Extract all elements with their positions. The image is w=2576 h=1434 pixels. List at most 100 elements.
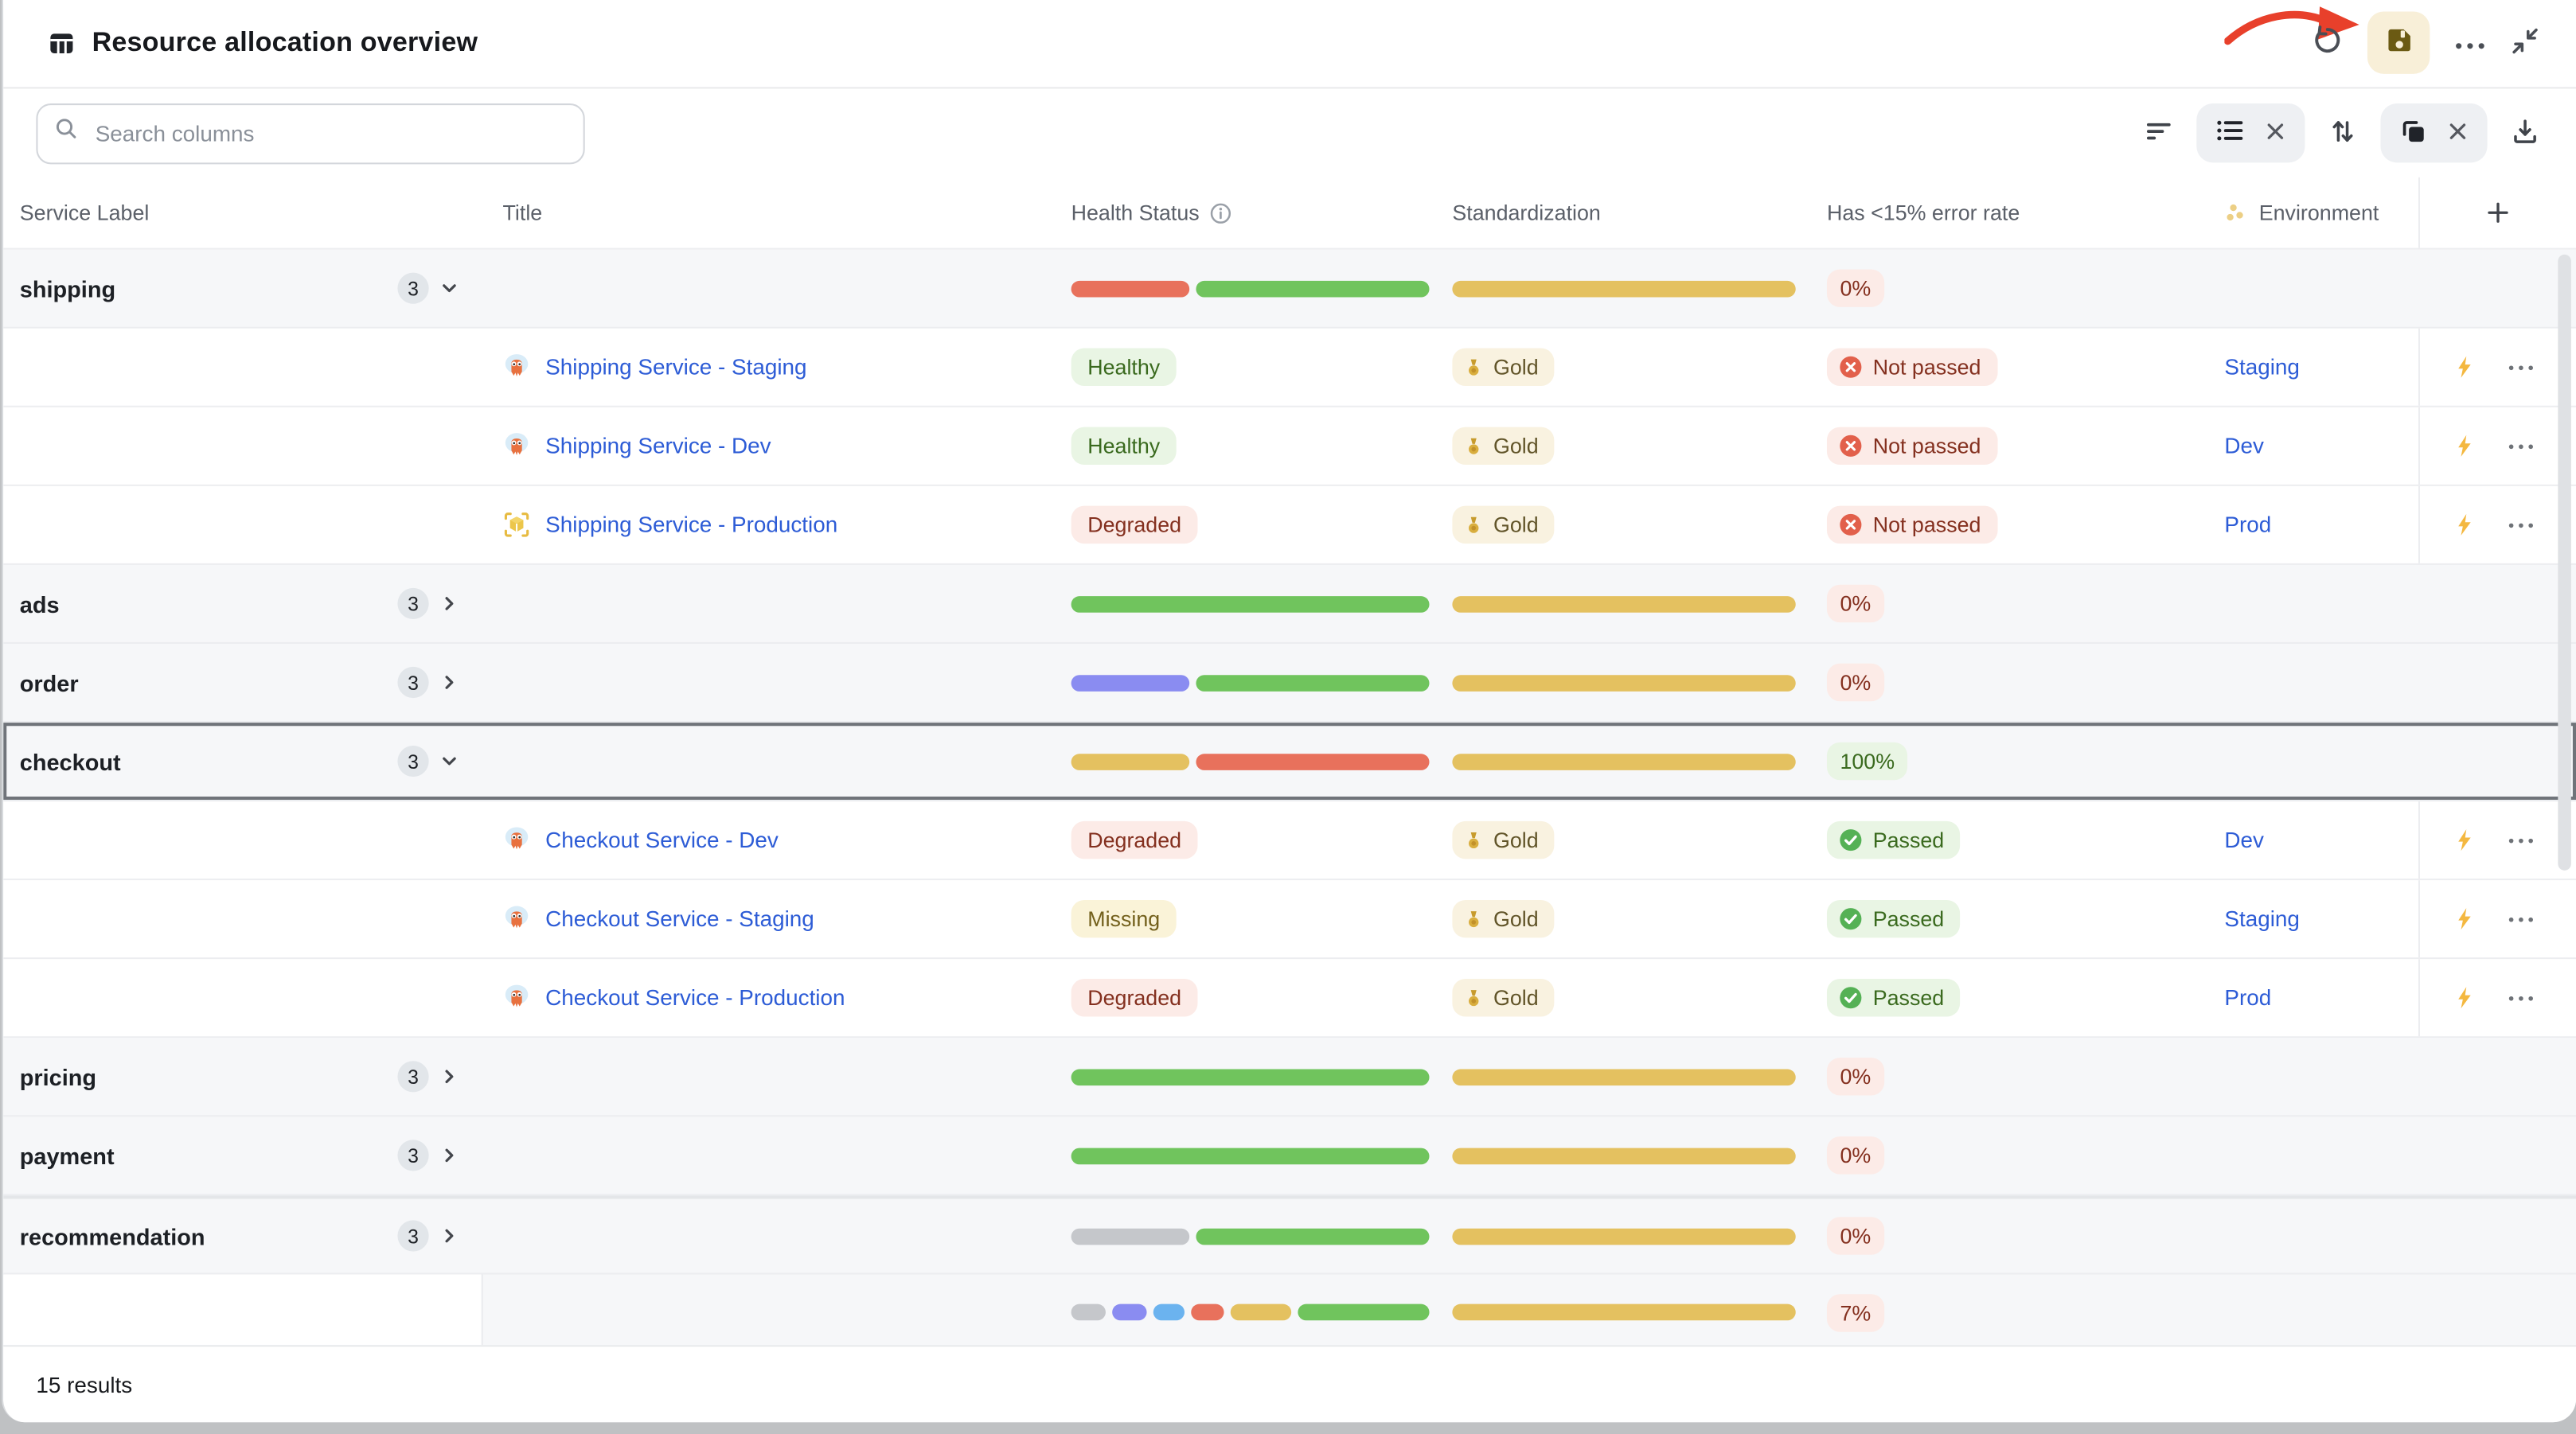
- clear-grouping-button[interactable]: [2264, 119, 2287, 147]
- lightning-icon[interactable]: [2453, 828, 2477, 852]
- squid-service-icon: [503, 984, 531, 1011]
- service-title-link[interactable]: Shipping Service - Production: [545, 512, 837, 537]
- column-header-add: [2418, 177, 2576, 248]
- health-distribution-bar-segment: [1191, 1304, 1224, 1321]
- service-title-link[interactable]: Checkout Service - Staging: [545, 906, 814, 931]
- group-row[interactable]: payment30%: [3, 1116, 2576, 1195]
- health-distribution-bar: [1071, 674, 1430, 691]
- standardization-badge: Gold: [1452, 427, 1555, 465]
- lightning-icon[interactable]: [2453, 355, 2477, 380]
- standardization-badge-label: Gold: [1493, 906, 1539, 931]
- health-distribution-bar-segment: [1112, 1304, 1146, 1321]
- title-cell: Checkout Service - Production: [483, 984, 1055, 1011]
- group-list-button[interactable]: [2215, 115, 2246, 150]
- service-row: Shipping Service - DevHealthyGoldNot pas…: [3, 407, 2576, 486]
- row-menu-button[interactable]: [2504, 989, 2538, 1006]
- row-menu-button[interactable]: [2504, 832, 2538, 848]
- download-button[interactable]: [2510, 115, 2539, 150]
- group-row[interactable]: shipping30%: [3, 250, 2576, 329]
- row-menu-button[interactable]: [2504, 438, 2538, 454]
- more-options-button[interactable]: [2454, 30, 2485, 55]
- service-title-link[interactable]: Shipping Service - Staging: [545, 355, 806, 380]
- search-input[interactable]: [92, 119, 567, 147]
- error-rate-badge-label: Passed: [1873, 828, 1945, 852]
- standardization-badge: Gold: [1452, 349, 1555, 386]
- search-box[interactable]: [36, 103, 584, 163]
- error-rate-cell: Not passed: [1810, 349, 2204, 386]
- service-title-link[interactable]: Checkout Service - Production: [545, 985, 845, 1010]
- lightning-icon[interactable]: [2453, 512, 2477, 537]
- error-rate-cell: 0%: [1810, 1136, 2204, 1174]
- group-row[interactable]: recommendation30%: [3, 1195, 2576, 1274]
- environment-link[interactable]: Dev: [2224, 434, 2264, 458]
- save-icon: [2383, 25, 2414, 60]
- column-header-environment[interactable]: Environment: [2205, 201, 2418, 225]
- squid-service-icon: [503, 826, 531, 854]
- info-icon[interactable]: [1209, 201, 1232, 224]
- service-label-cell: checkout3: [3, 746, 483, 777]
- environment-link[interactable]: Dev: [2224, 828, 2264, 852]
- environment-link[interactable]: Prod: [2224, 512, 2271, 537]
- environment-cell: Staging: [2205, 906, 2418, 931]
- error-rate-percentage-badge-label: 0%: [1840, 591, 1871, 616]
- chevron-right-icon[interactable]: [439, 1144, 460, 1166]
- column-label: Health Status: [1071, 201, 1200, 225]
- column-header-service-label[interactable]: Service Label: [3, 201, 483, 225]
- vertical-scrollbar[interactable]: [2558, 255, 2571, 871]
- filter-button[interactable]: [2144, 115, 2173, 150]
- add-column-button[interactable]: [2479, 194, 2516, 232]
- row-menu-button[interactable]: [2504, 359, 2538, 376]
- group-row[interactable]: order30%: [3, 644, 2576, 723]
- save-button[interactable]: [2367, 11, 2430, 73]
- chevron-down-icon[interactable]: [439, 278, 460, 299]
- group-row[interactable]: checkout3100%: [3, 723, 2576, 801]
- health-status-badge-label: Healthy: [1087, 355, 1160, 380]
- column-header-health-status[interactable]: Health Status: [1055, 201, 1442, 225]
- chevron-down-icon[interactable]: [439, 750, 460, 772]
- lightning-icon[interactable]: [2453, 434, 2477, 458]
- environment-cell: Staging: [2205, 355, 2418, 380]
- group-row[interactable]: ads30%: [3, 565, 2576, 644]
- table-footer: 15 results: [3, 1345, 2576, 1422]
- standardization-badge-label: Gold: [1493, 828, 1539, 852]
- copy-view-button[interactable]: [2398, 115, 2428, 150]
- package-service-icon: [503, 511, 531, 539]
- row-menu-button[interactable]: [2504, 910, 2538, 927]
- service-title-link[interactable]: Shipping Service - Dev: [545, 434, 771, 458]
- chevron-right-icon[interactable]: [439, 1066, 460, 1087]
- collapse-button[interactable]: [2510, 25, 2539, 60]
- sort-button[interactable]: [2328, 115, 2357, 150]
- row-menu-button[interactable]: [2504, 516, 2538, 533]
- clear-view-button[interactable]: [2446, 119, 2469, 147]
- service-title-link[interactable]: Checkout Service - Dev: [545, 828, 779, 852]
- chevron-right-icon[interactable]: [439, 593, 460, 614]
- column-header-title[interactable]: Title: [483, 201, 1055, 225]
- column-header-error-rate[interactable]: Has <15% error rate: [1810, 201, 2204, 225]
- group-label: checkout: [20, 748, 121, 774]
- service-row: Checkout Service - StagingMissingGoldPas…: [3, 880, 2576, 959]
- column-header-standardization[interactable]: Standardization: [1442, 201, 1810, 225]
- sort-icon: [2328, 115, 2357, 150]
- environment-link[interactable]: Staging: [2224, 906, 2300, 931]
- standardization-cell: Gold: [1442, 427, 1810, 465]
- ellipsis-icon: [2454, 30, 2485, 55]
- medal-icon: [1464, 988, 1484, 1007]
- chevron-right-icon[interactable]: [439, 672, 460, 693]
- column-label: Title: [503, 201, 543, 225]
- error-rate-badge: Passed: [1827, 821, 1961, 859]
- group-count-badge: 3: [397, 1061, 428, 1092]
- results-count: 15 results: [36, 1372, 132, 1397]
- health-distribution-bar: [1071, 280, 1430, 297]
- error-rate-badge-label: Passed: [1873, 985, 1945, 1010]
- standardization-bar-segment: [1452, 1069, 1795, 1085]
- environment-link[interactable]: Prod: [2224, 985, 2271, 1010]
- toolbar-actions: [2144, 103, 2539, 162]
- standardization-bar: [1452, 753, 1795, 770]
- chevron-right-icon[interactable]: [439, 1226, 460, 1247]
- lightning-icon[interactable]: [2453, 906, 2477, 931]
- lightning-icon[interactable]: [2453, 985, 2477, 1010]
- group-row[interactable]: pricing30%: [3, 1038, 2576, 1116]
- environment-link[interactable]: Staging: [2224, 355, 2300, 380]
- error-rate-badge-label: Passed: [1873, 906, 1945, 931]
- undo-button[interactable]: [2312, 25, 2343, 60]
